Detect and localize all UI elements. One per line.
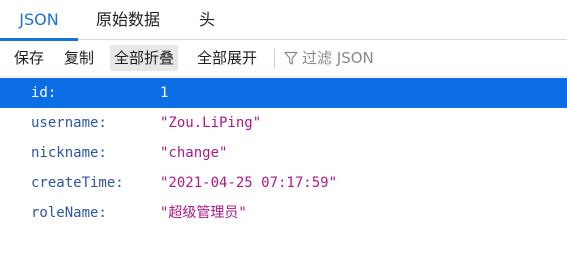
json-key: username: <box>31 115 107 131</box>
json-row-id[interactable]: id: 1 <box>0 78 567 108</box>
json-tree: id: 1 username: "Zou.LiPing" nickname: "… <box>0 78 567 228</box>
funnel-icon <box>284 51 298 65</box>
tab-raw-data[interactable]: 原始数据 <box>96 0 160 40</box>
json-key: createTime: <box>31 175 124 191</box>
json-value: "Zou.LiPing" <box>160 115 262 131</box>
json-value: "2021-04-25 07:17:59" <box>160 175 338 191</box>
filter-json-input[interactable]: 过滤 JSON <box>284 45 374 71</box>
json-row-rolename[interactable]: roleName: "超级管理员" <box>0 198 567 228</box>
toolbar-divider <box>274 49 275 69</box>
collapse-all-button[interactable]: 全部折叠 <box>110 45 179 71</box>
json-value: "超级管理员" <box>160 205 247 221</box>
json-value: 1 <box>160 85 169 101</box>
json-key: nickname: <box>31 145 107 161</box>
json-toolbar: 保存 复制 全部折叠 全部展开 过滤 JSON <box>0 40 567 77</box>
json-row-nickname[interactable]: nickname: "change" <box>0 138 567 168</box>
copy-button[interactable]: 复制 <box>64 45 94 71</box>
expand-all-button[interactable]: 全部展开 <box>197 45 257 71</box>
json-row-createtime[interactable]: createTime: "2021-04-25 07:17:59" <box>0 168 567 198</box>
filter-placeholder: 过滤 JSON <box>302 49 374 67</box>
tab-json[interactable]: JSON <box>0 0 78 41</box>
json-key: id: <box>31 85 57 101</box>
save-button[interactable]: 保存 <box>14 45 44 71</box>
json-key: roleName: <box>31 205 107 221</box>
json-value: "change" <box>160 145 228 161</box>
json-row-username[interactable]: username: "Zou.LiPing" <box>0 108 567 138</box>
tab-headers[interactable]: 头 <box>199 0 215 40</box>
viewer-tabs: JSON 原始数据 头 <box>0 0 567 41</box>
